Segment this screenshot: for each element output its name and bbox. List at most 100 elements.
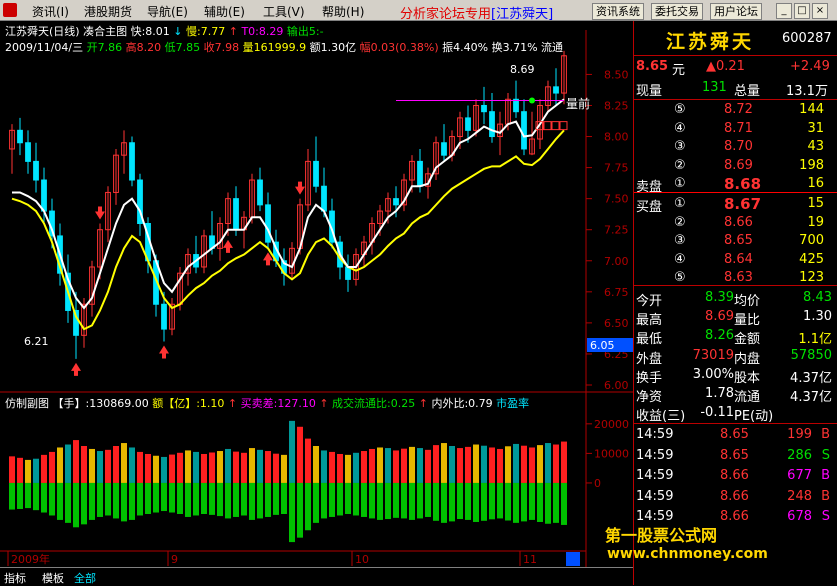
book-volume: 700 bbox=[799, 233, 824, 249]
volume-neg-bar bbox=[361, 482, 367, 517]
sub-indicator-info: 仿制副图 【手】:130869.00 额【亿】:1.10 ↑ 买卖差:127.1… bbox=[5, 395, 529, 411]
volume-bar bbox=[393, 450, 399, 483]
book-level: ④ bbox=[674, 120, 686, 136]
buy-arrow-icon bbox=[223, 239, 233, 253]
tab-template[interactable]: 模板 bbox=[42, 570, 64, 586]
candle-body bbox=[41, 179, 47, 212]
bid-row-1[interactable]: 买盘 ① 8.67 15 bbox=[634, 195, 837, 215]
price-change-pct: +2.49 bbox=[790, 59, 830, 74]
volume-bar bbox=[233, 451, 239, 483]
tick-row[interactable]: 14:59 8.66 677 B bbox=[634, 467, 837, 485]
bid-row-3[interactable]: ③ 8.65 700 bbox=[634, 232, 837, 250]
book-price: 8.70 bbox=[724, 139, 753, 155]
book-volume: 43 bbox=[807, 139, 824, 155]
volume-neg-bar bbox=[409, 482, 415, 520]
buy-arrow-icon bbox=[71, 362, 81, 376]
b-marker bbox=[551, 121, 560, 131]
forum-button[interactable]: 用户论坛 bbox=[710, 3, 762, 20]
volume-bar bbox=[337, 453, 343, 483]
stat-value: 1.78 bbox=[705, 386, 734, 401]
volume-neg-bar bbox=[161, 482, 167, 512]
candle-body bbox=[321, 185, 327, 212]
stat-value: 3.00% bbox=[692, 366, 734, 382]
stat-label: 量比 bbox=[734, 313, 761, 329]
divider bbox=[634, 285, 837, 286]
candle-body bbox=[489, 111, 495, 138]
sub-hand: 【手】:130869.00 bbox=[52, 397, 149, 410]
tick-time: 14:59 bbox=[636, 427, 674, 442]
annotation-high: 8.69 bbox=[510, 63, 535, 76]
volume-neg-bar bbox=[121, 482, 127, 522]
sell-arrow-icon bbox=[295, 181, 305, 195]
minimize-button[interactable]: _ bbox=[776, 3, 792, 19]
ask-row-3[interactable]: ③ 8.70 43 bbox=[634, 138, 837, 156]
price-axis: 8.508.258.007.757.507.257.006.756.506.25… bbox=[586, 68, 633, 392]
watermark-title: 第一股票公式网 bbox=[605, 526, 718, 545]
stats-row: 收益(三) -0.11 PE(动) bbox=[634, 404, 837, 424]
stock-name: 江苏舜天 bbox=[666, 31, 755, 53]
tick-row[interactable]: 14:59 8.66 248 B bbox=[634, 488, 837, 506]
volume-bar bbox=[25, 459, 31, 483]
stat-label: 最低 bbox=[636, 332, 663, 348]
divider bbox=[634, 55, 837, 56]
candle-body bbox=[313, 160, 319, 187]
book-level: ③ bbox=[674, 233, 686, 249]
volume-bar bbox=[89, 448, 95, 483]
stats-row: 今开 8.39 均价 8.43 bbox=[634, 289, 837, 309]
candle-body bbox=[257, 179, 263, 206]
candle-body bbox=[17, 129, 23, 144]
tick-flag: B bbox=[821, 427, 830, 442]
book-volume: 198 bbox=[799, 157, 824, 173]
volume-bar bbox=[9, 456, 15, 483]
volume-neg-bar bbox=[481, 482, 487, 521]
chart-area[interactable]: 8.508.258.007.757.507.257.006.756.506.25… bbox=[0, 0, 633, 567]
tick-flag: B bbox=[821, 468, 830, 483]
ask-row-5[interactable]: 卖盘 ① 8.68 16 bbox=[634, 175, 837, 195]
volume-neg-bar bbox=[433, 482, 439, 521]
up-arrow-icon: ↑ bbox=[227, 397, 238, 410]
trade-button[interactable]: 委托交易 bbox=[651, 3, 703, 20]
volume-neg-bar bbox=[369, 482, 375, 519]
total-vol-label: 总量 bbox=[734, 84, 761, 99]
volume-bar bbox=[193, 451, 199, 483]
scroll-end-icon[interactable] bbox=[566, 552, 580, 566]
volume-neg-bar bbox=[129, 482, 135, 520]
ask-row-1[interactable]: ⑤ 8.72 144 bbox=[634, 101, 837, 119]
tick-row[interactable]: 14:59 8.65 286 S bbox=[634, 447, 837, 465]
tab-indicator[interactable]: 指标 bbox=[4, 570, 26, 586]
volume-bar bbox=[273, 453, 279, 483]
volume-neg-bar bbox=[281, 482, 287, 514]
volume-neg-bar bbox=[81, 482, 87, 525]
volume-bar bbox=[49, 451, 55, 483]
bid-row-2[interactable]: ② 8.66 19 bbox=[634, 214, 837, 232]
volume-neg-bar bbox=[41, 482, 47, 513]
sub-indicator-name[interactable]: 仿制副图 bbox=[5, 397, 49, 410]
bid-row-4[interactable]: ④ 8.64 425 bbox=[634, 251, 837, 269]
volume-bar bbox=[97, 451, 103, 483]
close-button[interactable]: × bbox=[812, 3, 828, 19]
stat-value: 8.43 bbox=[803, 290, 832, 305]
volume-bar bbox=[473, 444, 479, 483]
volume-neg-bar bbox=[537, 482, 543, 522]
volume-neg-bar bbox=[73, 482, 79, 528]
volume-bar bbox=[521, 445, 527, 483]
last-price: 8.65 bbox=[636, 59, 669, 74]
volume-neg-bar bbox=[65, 482, 71, 523]
ask-row-4[interactable]: ② 8.69 198 bbox=[634, 157, 837, 175]
volume-neg-bar bbox=[241, 482, 247, 516]
volume-bar bbox=[369, 448, 375, 483]
tab-all[interactable]: 全部 bbox=[74, 570, 96, 586]
quote-title-row: 江苏舜天 600287 bbox=[634, 27, 837, 53]
stat-value: 8.69 bbox=[705, 309, 734, 325]
volume-bar bbox=[177, 452, 183, 483]
maximize-button[interactable]: □ bbox=[794, 3, 810, 19]
book-volume: 16 bbox=[807, 176, 824, 192]
candle-body bbox=[441, 142, 447, 156]
volume-neg-bar bbox=[521, 482, 527, 522]
volume-neg-bar bbox=[257, 482, 263, 519]
ask-row-2[interactable]: ④ 8.71 31 bbox=[634, 120, 837, 138]
tick-volume: 286 bbox=[787, 447, 812, 463]
tick-row[interactable]: 14:59 8.65 199 B bbox=[634, 426, 837, 444]
volume-tick-label: 0 bbox=[594, 477, 601, 490]
book-divider bbox=[634, 192, 837, 193]
